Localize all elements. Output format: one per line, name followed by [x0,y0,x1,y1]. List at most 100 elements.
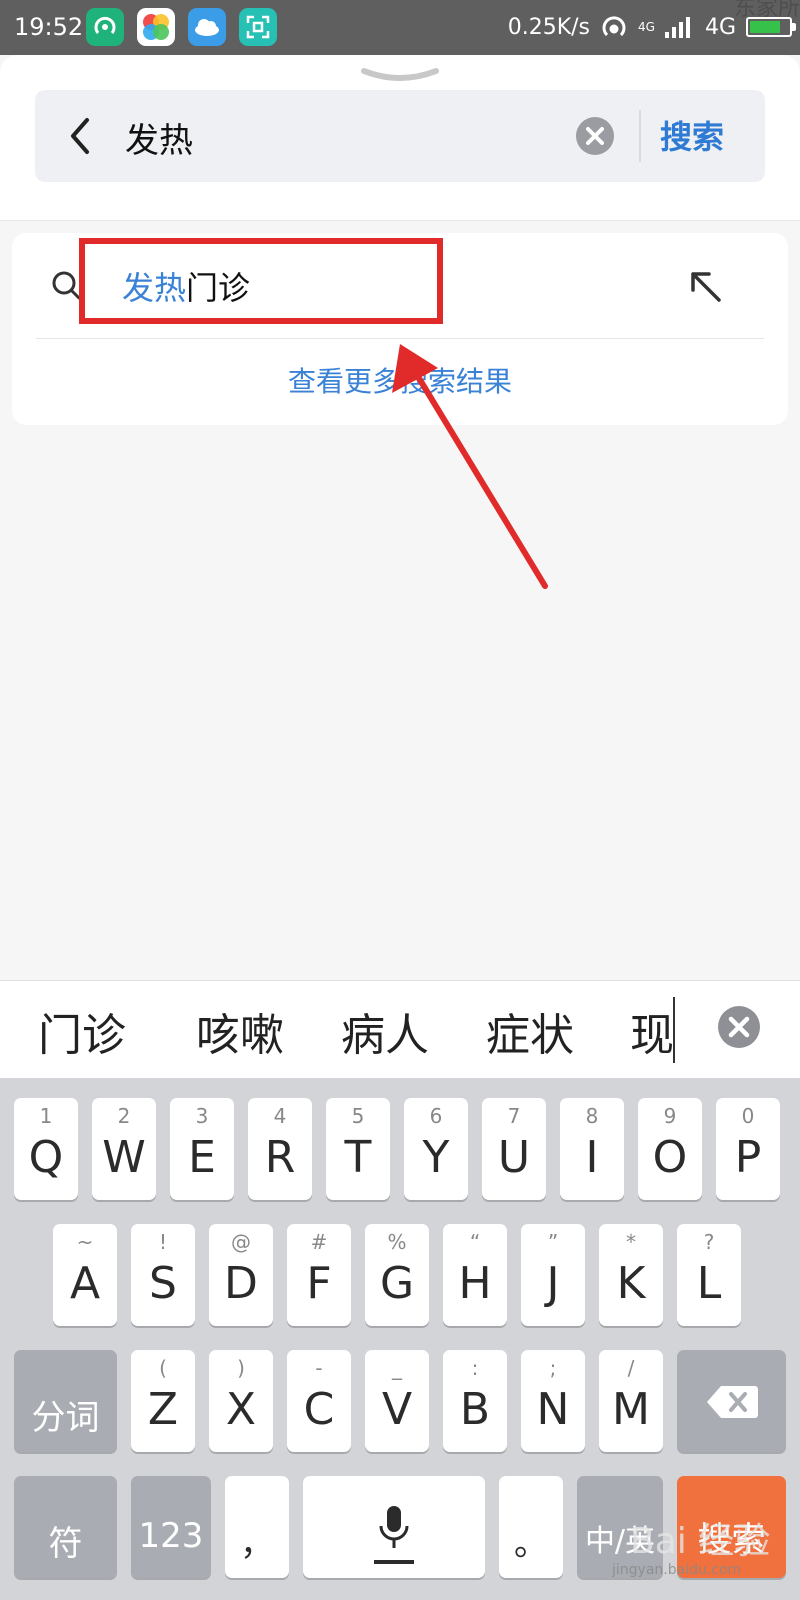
clear-icon[interactable] [575,116,615,156]
suggestion-row[interactable]: 发热门诊 [12,233,788,338]
candidate-item[interactable]: 门诊 [38,999,126,1063]
key-b[interactable]: :B [443,1350,507,1452]
key-label: O [652,1132,688,1183]
space-key[interactable] [303,1476,485,1578]
status-bar: 19:52 0.25K/s 4G 4G 东家所 [0,0,800,55]
key-label: L [696,1258,722,1309]
candidate-item[interactable]: 症状 [486,999,574,1063]
search-header: 搜索 [0,55,800,221]
key-hint: ; [549,1356,557,1380]
signal-bars-icon [664,17,690,38]
key-label: 符 [48,1524,83,1564]
sheet-handle-icon[interactable] [360,67,440,83]
comma-key[interactable]: ， [225,1476,289,1578]
key-u[interactable]: 7U [482,1098,546,1200]
key-label: 分词 [31,1398,100,1438]
key-hint: _ [392,1356,402,1380]
key-hint: 9 [663,1104,677,1128]
key-o[interactable]: 9O [638,1098,702,1200]
key-hint: 1 [39,1104,53,1128]
key-d[interactable]: @ D [209,1224,273,1326]
key-l[interactable]: ? L [677,1224,741,1326]
key-hint: 2 [117,1104,131,1128]
segment-key[interactable]: 分词 [14,1350,117,1452]
language-switch-key[interactable]: 中/英 [577,1476,663,1578]
key-label: 搜索 [697,1520,766,1560]
key-hint: # [310,1230,328,1254]
search-button[interactable]: 搜索 [660,112,724,158]
fill-query-arrow-icon[interactable] [687,268,725,306]
key-p[interactable]: 0P [716,1098,780,1200]
key-hint: ! [158,1230,168,1254]
search-action-key[interactable]: 搜索 [677,1476,786,1578]
key-label: 。 [514,1524,548,1564]
key-hint: / [627,1356,635,1380]
candidate-bar: 门诊 咳嗽 病人 症状 现 [0,980,800,1079]
key-hint: ~ [76,1230,94,1254]
period-key[interactable]: 。 [499,1476,563,1578]
symbol-key[interactable]: 符 [14,1476,117,1578]
key-c[interactable]: -C [287,1350,351,1452]
scan-app-icon [239,8,277,46]
key-label: 123 [138,1516,204,1556]
weather-app-icon [188,8,226,46]
suggestion-divider [36,338,764,339]
key-j[interactable]: ” J [521,1224,585,1326]
key-hint: 4 [273,1104,287,1128]
key-label: ， [240,1524,274,1564]
key-y[interactable]: 6Y [404,1098,468,1200]
petals-app-icon [137,8,175,46]
key-label: A [69,1258,101,1309]
candidate-item[interactable]: 病人 [341,999,429,1063]
key-e[interactable]: 3E [170,1098,234,1200]
key-t[interactable]: 5T [326,1098,390,1200]
key-hint: ” [547,1230,559,1254]
key-v[interactable]: _ V [365,1350,429,1452]
key-r[interactable]: 4R [248,1098,312,1200]
key-hint: ? [703,1230,715,1254]
suggestion-highlight: 发热 [122,269,187,307]
key-q[interactable]: 1Q [14,1098,78,1200]
key-label: X [225,1384,257,1435]
key-label: Z [147,1384,179,1435]
key-a[interactable]: ~ A [53,1224,117,1326]
key-label: C [303,1384,335,1435]
key-label: I [585,1132,599,1183]
key-k[interactable]: * K [599,1224,663,1326]
key-f[interactable]: # F [287,1224,351,1326]
key-hint: 5 [351,1104,365,1128]
key-hint: : [471,1356,479,1380]
key-hint: % [387,1230,407,1254]
suggestion-text: 发热门诊 [122,263,250,309]
key-i[interactable]: 8I [560,1098,624,1200]
key-g[interactable]: % G [365,1224,429,1326]
key-w[interactable]: 2W [92,1098,156,1200]
microphone-icon [374,1506,414,1564]
candidate-item[interactable]: 咳嗽 [196,999,284,1063]
candidate-item[interactable]: 现 [630,999,674,1063]
key-label: J [546,1258,560,1309]
search-divider [639,110,641,162]
search-input[interactable] [123,106,567,168]
key-label: B [459,1384,491,1435]
candidate-divider [673,997,675,1063]
backspace-key[interactable] [677,1350,786,1452]
key-x[interactable]: ) X [209,1350,273,1452]
signal-label: 4G [704,14,736,40]
key-s[interactable]: ! S [131,1224,195,1326]
key-hint: * [626,1230,636,1254]
key-label: D [224,1258,258,1309]
key-label: U [497,1132,531,1183]
more-results-link[interactable]: 查看更多搜索结果 [12,360,788,400]
back-arrow-icon[interactable] [63,114,97,158]
signal-small-label: 4G [638,20,655,34]
key-label: 中/英 [584,1524,656,1559]
number-key[interactable]: 123 [131,1476,211,1578]
key-m[interactable]: / M [599,1350,663,1452]
key-label: T [344,1132,372,1183]
key-h[interactable]: “H [443,1224,507,1326]
key-label: G [379,1258,415,1309]
key-n[interactable]: ; N [521,1350,585,1452]
close-candidates-icon[interactable] [717,1005,761,1049]
key-z[interactable]: (Z [131,1350,195,1452]
